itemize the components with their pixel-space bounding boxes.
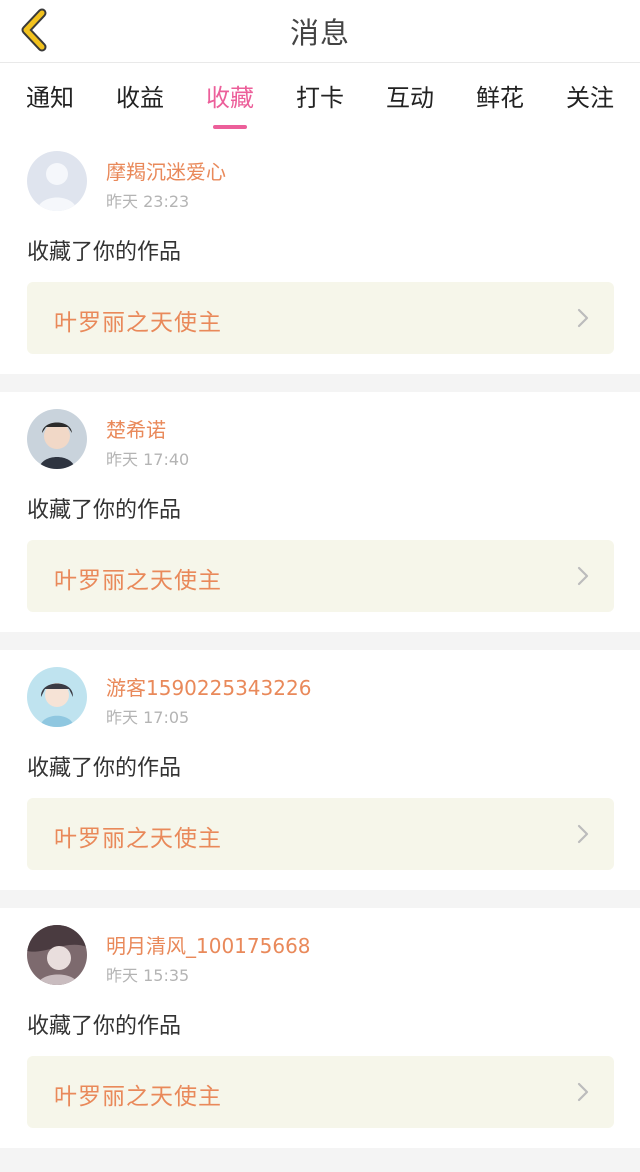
avatar[interactable] <box>27 925 87 985</box>
action-text: 收藏了你的作品 <box>27 240 182 265</box>
tab-bar: 通知 收益 收藏 打卡 互动 鲜花 关注 <box>0 62 640 134</box>
list-item: 楚希诺 昨天 17:40 收藏了你的作品 叶罗丽之天使主 <box>0 392 640 632</box>
work-link[interactable]: 叶罗丽之天使主 <box>27 282 614 354</box>
action-text: 收藏了你的作品 <box>27 756 182 781</box>
username[interactable]: 游客1590225343226 <box>106 672 311 701</box>
tab-checkin[interactable]: 打卡 <box>296 78 344 119</box>
tab-favorites[interactable]: 收藏 <box>206 78 254 129</box>
work-title: 叶罗丽之天使主 <box>54 568 222 594</box>
work-link[interactable]: 叶罗丽之天使主 <box>27 540 614 612</box>
work-link[interactable]: 叶罗丽之天使主 <box>27 798 614 870</box>
top-bar: 消息 <box>0 0 640 62</box>
chevron-right-icon <box>577 308 589 328</box>
tab-flowers[interactable]: 鲜花 <box>476 78 524 119</box>
work-title: 叶罗丽之天使主 <box>54 310 222 336</box>
username[interactable]: 楚希诺 <box>106 414 166 443</box>
action-text: 收藏了你的作品 <box>27 1014 182 1039</box>
tab-earnings[interactable]: 收益 <box>116 78 164 119</box>
tab-follows[interactable]: 关注 <box>566 78 614 119</box>
back-button[interactable] <box>14 6 54 54</box>
timestamp: 昨天 15:35 <box>106 966 190 985</box>
list-item: 明月清风_100175668 昨天 15:35 收藏了你的作品 叶罗丽之天使主 <box>0 908 640 1148</box>
favorites-feed: 摩羯沉迷爱心 昨天 23:23 收藏了你的作品 叶罗丽之天使主 楚希诺 昨天 1… <box>0 134 640 1148</box>
work-title: 叶罗丽之天使主 <box>54 826 222 852</box>
list-item: 摩羯沉迷爱心 昨天 23:23 收藏了你的作品 叶罗丽之天使主 <box>0 134 640 374</box>
page-title: 消息 <box>289 16 350 50</box>
back-arrow-icon <box>21 8 47 52</box>
username[interactable]: 摩羯沉迷爱心 <box>106 156 226 185</box>
chevron-right-icon <box>577 1082 589 1102</box>
chevron-right-icon <box>577 566 589 586</box>
work-title: 叶罗丽之天使主 <box>54 1084 222 1110</box>
list-item: 游客1590225343226 昨天 17:05 收藏了你的作品 叶罗丽之天使主 <box>0 650 640 890</box>
user-photo-icon <box>27 667 87 727</box>
user-photo-icon <box>27 409 87 469</box>
timestamp: 昨天 17:05 <box>106 708 190 727</box>
user-photo-icon <box>27 925 87 985</box>
timestamp: 昨天 17:40 <box>106 450 190 469</box>
chevron-right-icon <box>577 824 589 844</box>
action-text: 收藏了你的作品 <box>27 498 182 523</box>
avatar[interactable] <box>27 151 87 211</box>
username[interactable]: 明月清风_100175668 <box>106 930 311 959</box>
default-user-icon <box>27 151 87 211</box>
work-link[interactable]: 叶罗丽之天使主 <box>27 1056 614 1128</box>
tab-interactions[interactable]: 互动 <box>386 78 434 119</box>
tab-notifications[interactable]: 通知 <box>26 78 74 119</box>
avatar[interactable] <box>27 667 87 727</box>
timestamp: 昨天 23:23 <box>106 192 190 211</box>
avatar[interactable] <box>27 409 87 469</box>
